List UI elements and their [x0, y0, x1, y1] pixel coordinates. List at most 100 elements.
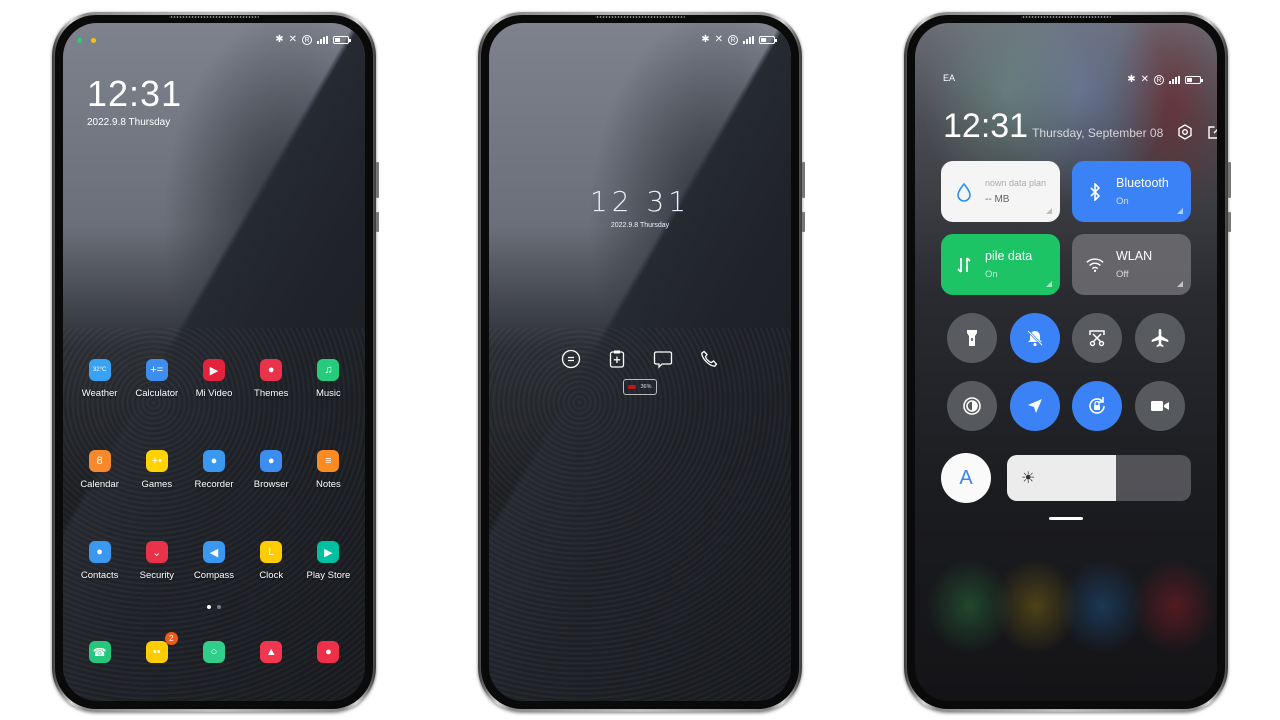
app-contacts[interactable]: ● Contacts [71, 541, 128, 581]
drag-handle[interactable] [1049, 517, 1083, 520]
toggle-rotation-lock[interactable] [1072, 381, 1123, 431]
app-label: Contacts [80, 570, 119, 581]
notes-icon: ≡ [317, 450, 340, 472]
mic-indicator-dot [91, 37, 96, 43]
recorder-icon: ● [202, 450, 225, 472]
app-calculator[interactable]: += Calculator [128, 359, 185, 399]
tile-title: Bluetooth [1116, 176, 1169, 190]
dock-app[interactable]: ▲ [243, 641, 300, 663]
tile-data-usage[interactable]: nown data plan -- MB [941, 161, 1060, 222]
video-camera-icon [1150, 398, 1170, 414]
volume-button [802, 162, 805, 198]
music-icon: ♫ [317, 359, 340, 381]
bluetooth-icon: ✱ [701, 34, 710, 45]
signal-icon [317, 36, 328, 44]
app-mi-video[interactable]: ▶ Mi Video [185, 359, 242, 399]
app-label: Calculator [135, 388, 179, 399]
app-weather[interactable]: 32°C Weather [71, 359, 128, 399]
tile-wlan[interactable]: WLAN Off [1072, 234, 1191, 295]
app-notes[interactable]: ≡ Notes [300, 450, 357, 490]
earpiece-speaker [595, 16, 685, 18]
mute-vibrate-icon: ✕ [288, 34, 297, 45]
app-music[interactable]: ♫ Music [300, 359, 357, 399]
water-drop-icon [955, 182, 973, 202]
flashlight-icon [964, 328, 980, 348]
clipboard-add-icon[interactable] [606, 348, 628, 370]
toggle-screenshot[interactable] [1072, 313, 1123, 363]
app-recorder[interactable]: ● Recorder [185, 450, 242, 490]
bell-off-icon [1026, 329, 1044, 347]
camera-indicator-dot [77, 37, 82, 43]
dock-app[interactable]: ☎ [71, 641, 128, 663]
tile-bluetooth[interactable]: Bluetooth On [1072, 161, 1191, 222]
screenshot-scissors-icon [1088, 329, 1106, 347]
dock: ☎ •• 2 ○ ▲ ● [71, 632, 357, 663]
status-bar: ✱ ✕ R [929, 73, 1203, 87]
phone-icon[interactable] [698, 348, 720, 370]
edit-icon[interactable] [1207, 124, 1217, 140]
app-label: Music [315, 388, 341, 399]
power-button [802, 212, 805, 232]
bluetooth-icon: ✱ [275, 34, 284, 45]
auto-brightness-button[interactable]: A [941, 453, 991, 503]
app-label: Themes [254, 388, 289, 399]
battery-indicator: 36% [623, 379, 657, 395]
dock-app[interactable]: •• 2 [128, 632, 185, 663]
app-label: Notes [315, 479, 341, 490]
toggle-reading-mode[interactable] [947, 381, 998, 431]
quick-tiles: nown data plan -- MB Bluetooth On pile data O… [941, 161, 1191, 295]
app-label: Games [141, 479, 173, 490]
video-icon: ▶ [202, 359, 225, 381]
dock-app[interactable]: ○ [185, 641, 242, 663]
bluetooth-icon: ✱ [1127, 74, 1136, 85]
mobile-data-icon [955, 256, 973, 274]
rotation-lock-icon [1086, 395, 1108, 417]
toggle-location[interactable] [1009, 381, 1060, 431]
lock-screen: ✱ ✕ R 12 31 2022.9.8 Thursday 36% [489, 23, 791, 701]
app-browser[interactable]: ● Browser [243, 450, 300, 490]
app-games[interactable]: +• Games [128, 450, 185, 490]
notes-icon[interactable] [560, 348, 582, 370]
app-label: Mi Video [195, 388, 233, 399]
app-compass[interactable]: ◀ Compass [185, 541, 242, 581]
app-play-store[interactable]: ▶ Play Store [300, 541, 357, 581]
expand-corner-icon[interactable] [1177, 208, 1183, 214]
phone-control-center: EA ✱ ✕ R 12:31 Thursday, September 08 no… [904, 12, 1231, 712]
toggle-mute[interactable] [1009, 313, 1060, 363]
app-label: Calendar [80, 479, 119, 490]
app-clock[interactable]: L Clock [243, 541, 300, 581]
bluetooth-icon [1086, 182, 1104, 201]
clock-icon: L [260, 541, 283, 563]
expand-corner-icon[interactable] [1177, 281, 1183, 287]
toggle-screen-recorder[interactable] [1134, 381, 1185, 431]
phone-lock-screen: ✱ ✕ R 12 31 2022.9.8 Thursday 36% [478, 12, 805, 712]
signal-icon [1169, 76, 1180, 84]
phone-home-screen: ✱ ✕ R 12:31 2022.9.8 Thursday 32°C Weathe… [52, 12, 379, 712]
dock-app[interactable]: ● [300, 641, 357, 663]
tile-mobile-data[interactable]: pile data On [941, 234, 1060, 295]
brightness-row: A ☀ [941, 453, 1191, 503]
page-dot[interactable] [207, 605, 211, 609]
page-dot[interactable] [217, 605, 221, 609]
clock-date: 2022.9.8 Thursday [87, 117, 171, 128]
clock-widget[interactable]: 12:31 2022.9.8 Thursday [87, 73, 182, 128]
battery-level-icon [628, 385, 637, 389]
battery-icon [759, 36, 777, 44]
stage: ✱ ✕ R 12:31 2022.9.8 Thursday 32°C Weathe… [0, 0, 1280, 720]
app-calendar[interactable]: 8 Calendar [71, 450, 128, 490]
app-themes[interactable]: ● Themes [243, 359, 300, 399]
games-icon: +• [145, 450, 168, 472]
settings-icon[interactable] [1177, 124, 1193, 140]
expand-corner-icon[interactable] [1046, 208, 1052, 214]
app-security[interactable]: ⌄ Security [128, 541, 185, 581]
brightness-slider[interactable]: ☀ [1007, 455, 1191, 501]
location-arrow-icon [1026, 397, 1044, 415]
toggle-flashlight[interactable] [947, 313, 998, 363]
cc-time: 12:31 [943, 107, 1029, 145]
control-center-header: 12:31 Thursday, September 08 [943, 107, 1217, 145]
app-row: 8 Calendar +• Games ● Recorder ● Browser ≡ Notes [71, 450, 357, 490]
toggle-airplane-mode[interactable] [1134, 313, 1185, 363]
messages-icon: •• 2 [145, 632, 178, 663]
expand-corner-icon[interactable] [1046, 281, 1052, 287]
message-icon[interactable] [652, 348, 674, 370]
